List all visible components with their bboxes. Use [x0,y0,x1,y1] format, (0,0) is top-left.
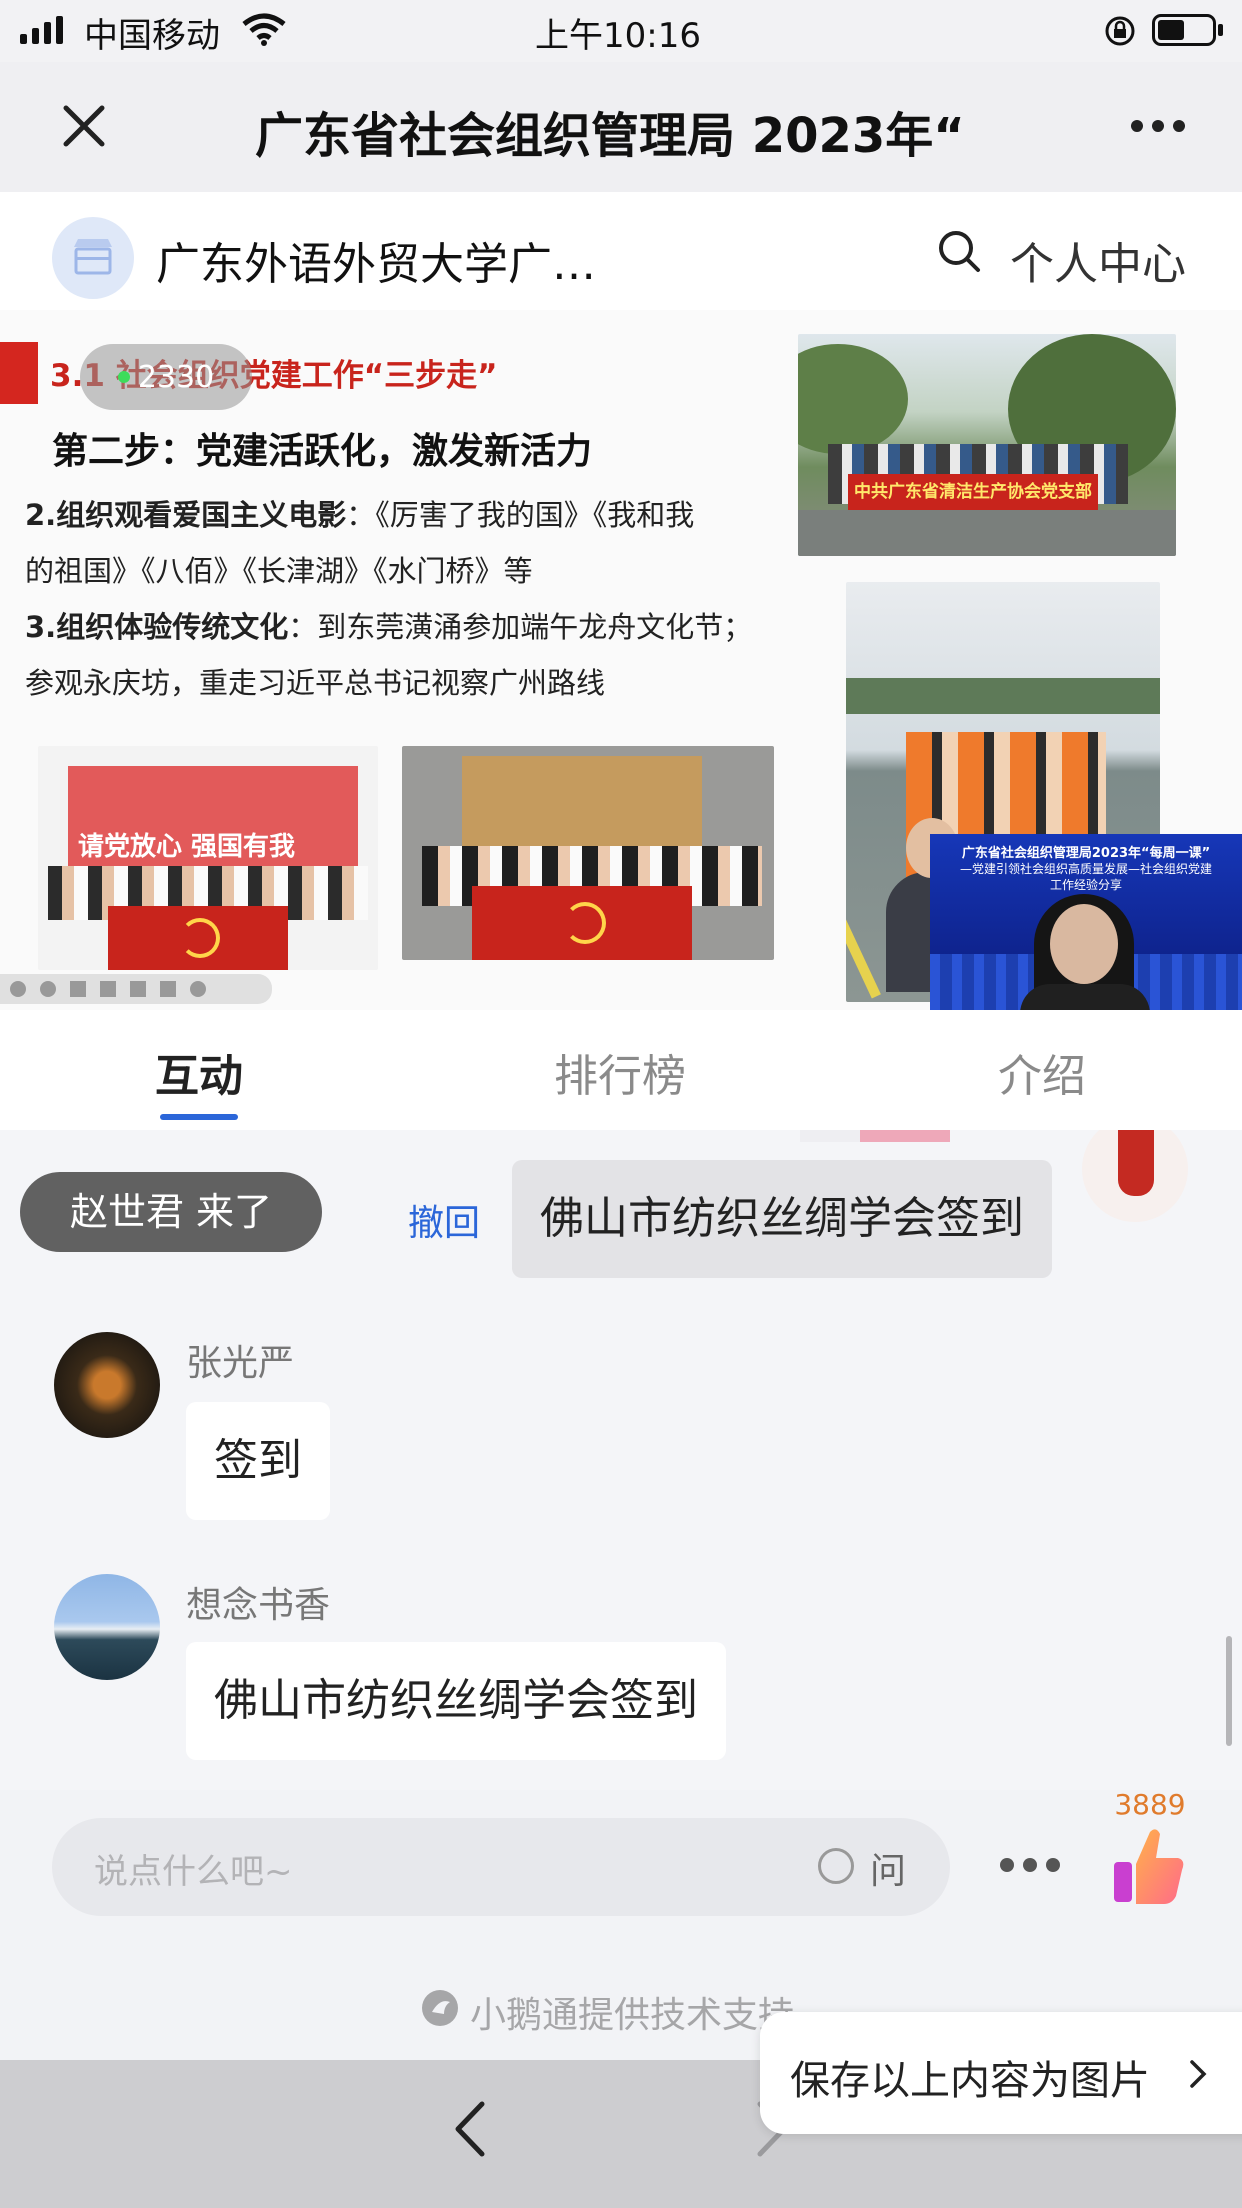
status-bar: 中国移动 上午10:16 [0,0,1242,62]
navigation-bar: 广东省社会组织管理局 2023年“ [0,62,1242,192]
live-dot-icon [117,371,130,383]
recall-button[interactable]: 撤回 [408,1194,480,1246]
input-bar: 说点什么吧~ 问 3889 [0,1788,1242,1960]
chevron-right-icon [1190,2060,1207,2088]
more-options-icon[interactable] [998,1856,1062,1874]
live-viewer-badge: 2330 [80,344,252,410]
more-icon[interactable] [1130,118,1186,134]
slide-step-title: 第二步：党建活跃化，激发新活力 [52,431,593,472]
slide-item-3-line2: 参观永庆坊，重走习近平总书记视察广州路线 [25,666,606,700]
sender-name: 想念书香 [186,1585,331,1626]
save-as-image-button[interactable]: 保存以上内容为图片 [760,2012,1242,2134]
slide-item-2: 2.组织观看爱国主义电影：《厉害了我的国》《我和我 [25,492,694,534]
signal-icon [20,34,27,44]
tab-bar: 互动 排行榜 介绍 [0,1010,1242,1130]
tab-introduction[interactable]: 介绍 [998,1040,1086,1104]
shop-icon[interactable] [52,217,134,299]
tab-interaction[interactable]: 互动 [155,1040,243,1104]
signal-bar [56,16,63,44]
play-icon[interactable] [40,981,56,997]
close-icon[interactable] [60,102,108,150]
page-title: 广东省社会组织管理局 2023年“ [255,108,965,164]
presenter-video[interactable]: 广东省社会组织管理局2023年“每周一课” —党建引领社会组织高质量发展—社会组… [930,834,1242,1010]
comment-icon[interactable] [160,981,176,997]
previous-message-fragment [800,1130,950,1142]
battery-icon [1152,14,1216,46]
clock: 上午10:16 [535,16,701,56]
signal-bar [32,28,39,44]
shop-header: 广东外语外贸大学广… 个人中心 [0,192,1242,310]
shop-name[interactable]: 广东外语外贸大学广… [156,228,596,292]
message-bubble[interactable]: 签到 [186,1402,330,1520]
slide-item-2-line2: 的祖国》《八佰》《长津湖》《水门桥》等 [25,554,533,588]
support-text: 小鹅通提供技术支持 [470,1995,795,2036]
tab-indicator [160,1114,238,1120]
message-bubble[interactable]: 佛山市纺织丝绸学会签到 [186,1642,726,1760]
ask-checkbox[interactable] [818,1848,854,1884]
capture-icon[interactable] [100,981,116,997]
tab-ranking[interactable]: 排行榜 [554,1040,686,1104]
more-icon[interactable] [190,981,206,997]
photo-wall-slogan: 请党放心 强国有我 [78,832,296,862]
sender-name: 张光严 [186,1343,295,1384]
video-title-line3: 工作经验分享 [1049,878,1122,892]
comment-input[interactable]: 说点什么吧~ 问 [52,1818,950,1916]
video-icon[interactable] [130,981,146,997]
own-avatar[interactable] [1082,1130,1188,1222]
ask-label: 问 [870,1851,907,1892]
xiaoetong-logo-icon [422,1990,458,2026]
input-placeholder: 说点什么吧~ [94,1852,293,1892]
signal-bar [44,22,51,44]
battery-tip [1218,24,1223,36]
slide-item-3-text: ：到东莞潢涌参加端午龙舟文化节； [288,610,753,644]
slide-toolbar[interactable] [0,974,272,1004]
photo-red-wall: 请党放心 强国有我 [38,746,378,970]
like-count: 3889 [1114,1788,1186,1821]
live-slide[interactable]: 3.1 社会组织党建工作“三步走” 2330 第二步：党建活跃化，激发新活力 2… [0,310,1242,1010]
viewer-count: 2330 [137,359,215,395]
wifi-icon [242,13,286,46]
video-title-line2: —党建引领社会组织高质量发展—社会组织党建 [959,862,1212,876]
slide-item-2-heading: 2.组织观看爱国主义电影 [25,498,347,532]
personal-center-link[interactable]: 个人中心 [1010,228,1186,292]
save-as-image-label: 保存以上内容为图片 [790,2058,1150,2104]
user-avatar[interactable] [54,1574,160,1680]
thumbs-up-icon[interactable] [1110,1824,1188,1906]
slide-red-marker [0,342,38,404]
slide-item-2-text: ：《厉害了我的国》《我和我 [346,498,695,532]
search-icon[interactable] [936,228,982,274]
slide-item-3: 3.组织体验传统文化：到东莞潢涌参加端午龙舟文化节； [25,604,752,646]
pen-icon[interactable] [70,981,86,997]
back-arrow-icon[interactable] [452,2100,488,2158]
user-avatar[interactable] [54,1332,160,1438]
photo-river-group: 中共广东省清洁生产协会党支部 [798,334,1176,556]
own-message-bubble[interactable]: 佛山市纺织丝绸学会签到 [512,1160,1052,1278]
chat-scrollbar[interactable] [1226,1636,1232,1746]
rotation-lock-icon [1105,16,1135,46]
carrier-label: 中国移动 [84,16,220,56]
toolbar-dot-icon[interactable] [10,981,26,997]
slide-item-3-heading: 3.组织体验传统文化 [25,610,289,644]
photo-memorial-hall [402,746,774,960]
video-title-line1: 广东省社会组织管理局2023年“每周一课” [961,846,1211,861]
chat-area[interactable]: 赵世君 来了 撤回 佛山市纺织丝绸学会签到 张光严 签到 想念书香 佛山市纺织丝… [0,1130,1242,1790]
photo-banner: 中共广东省清洁生产协会党支部 [848,474,1098,510]
join-notice: 赵世君 来了 [20,1172,322,1252]
